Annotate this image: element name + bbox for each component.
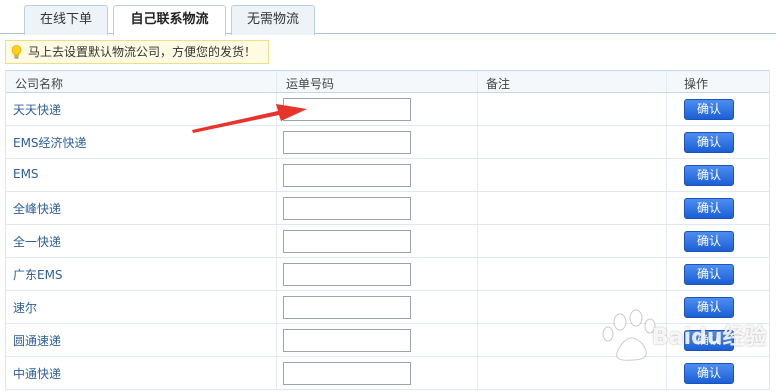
table-row: 速尔 确认 xyxy=(6,291,769,324)
company-link[interactable]: 全峰快递 xyxy=(13,200,61,217)
column-divider xyxy=(276,71,277,92)
table-row: EMS 确认 xyxy=(6,159,769,192)
company-link[interactable]: 天天快递 xyxy=(13,101,61,118)
column-divider xyxy=(477,324,478,356)
column-divider xyxy=(477,93,478,125)
confirm-button[interactable]: 确认 xyxy=(684,264,734,285)
tracking-number-input[interactable] xyxy=(283,362,411,385)
column-divider xyxy=(276,126,277,158)
confirm-button[interactable]: 确认 xyxy=(684,198,734,219)
tracking-number-input[interactable] xyxy=(283,263,411,286)
tracking-number-input[interactable] xyxy=(283,131,411,154)
column-divider xyxy=(477,159,478,191)
confirm-button[interactable]: 确认 xyxy=(684,363,734,384)
tab-bar: 在线下单 自己联系物流 无需物流 xyxy=(0,0,776,36)
column-divider xyxy=(477,357,478,389)
default-logistics-tip[interactable]: 马上去设置默认物流公司，方便您的发货！ xyxy=(5,40,269,64)
tracking-number-input[interactable] xyxy=(283,164,411,187)
column-divider xyxy=(477,291,478,323)
confirm-button[interactable]: 确认 xyxy=(684,330,734,351)
column-divider xyxy=(276,258,277,290)
header-remark: 备注 xyxy=(486,77,511,91)
confirm-button[interactable]: 确认 xyxy=(684,231,734,252)
column-divider xyxy=(276,192,277,224)
confirm-button[interactable]: 确认 xyxy=(684,132,734,153)
lightbulb-icon xyxy=(11,45,22,59)
column-divider xyxy=(477,126,478,158)
table-row: 中通快递 确认 xyxy=(6,357,769,390)
column-divider xyxy=(666,71,667,92)
company-link[interactable]: 广东EMS xyxy=(13,266,63,283)
confirm-button[interactable]: 确认 xyxy=(684,99,734,120)
tip-text: 马上去设置默认物流公司，方便您的发货！ xyxy=(28,45,257,59)
column-divider xyxy=(666,291,667,323)
column-divider xyxy=(276,159,277,191)
column-divider xyxy=(477,71,478,92)
company-link[interactable]: 中通快递 xyxy=(13,365,61,382)
column-divider xyxy=(276,357,277,389)
column-divider xyxy=(276,225,277,257)
confirm-button[interactable]: 确认 xyxy=(684,297,734,318)
tracking-number-input[interactable] xyxy=(283,329,411,352)
column-divider xyxy=(276,93,277,125)
table-row: 全一快递 确认 xyxy=(6,225,769,258)
column-divider xyxy=(666,93,667,125)
tab-no-logistics[interactable]: 无需物流 xyxy=(231,5,315,35)
header-tracking-number: 运单号码 xyxy=(286,77,335,91)
column-divider xyxy=(477,192,478,224)
company-link[interactable]: 全一快递 xyxy=(13,233,61,250)
company-link[interactable]: EMS xyxy=(13,167,39,181)
company-link[interactable]: 速尔 xyxy=(13,299,37,316)
table-row: 天天快递 确认 xyxy=(6,93,769,126)
tracking-number-input[interactable] xyxy=(283,98,411,121)
table-row: EMS经济快递 确认 xyxy=(6,126,769,159)
column-divider xyxy=(666,126,667,158)
table-row: 全峰快递 确认 xyxy=(6,192,769,225)
tracking-number-input[interactable] xyxy=(283,230,411,253)
tracking-number-input[interactable] xyxy=(283,296,411,319)
column-divider xyxy=(666,324,667,356)
table-row: 圆通速递 确认 xyxy=(6,324,769,357)
table-header: 公司名称 运单号码 备注 操作 xyxy=(6,71,769,93)
confirm-button[interactable]: 确认 xyxy=(684,165,734,186)
column-divider xyxy=(276,291,277,323)
header-action: 操作 xyxy=(684,77,709,91)
table-row: 广东EMS 确认 xyxy=(6,258,769,291)
header-company-name: 公司名称 xyxy=(15,77,64,91)
company-link[interactable]: 圆通速递 xyxy=(13,332,61,349)
tracking-number-input[interactable] xyxy=(283,197,411,220)
column-divider xyxy=(477,258,478,290)
column-divider xyxy=(276,324,277,356)
column-divider xyxy=(477,225,478,257)
company-link[interactable]: EMS经济快递 xyxy=(13,134,87,151)
logistics-table: 公司名称 运单号码 备注 操作 天天快递 确认 EMS经济快递 确认 EMS 确… xyxy=(5,70,770,390)
tab-self-contact-logistics[interactable]: 自己联系物流 xyxy=(113,5,226,36)
column-divider xyxy=(666,357,667,389)
tab-online-order[interactable]: 在线下单 xyxy=(24,5,108,35)
column-divider xyxy=(666,225,667,257)
column-divider xyxy=(666,258,667,290)
column-divider xyxy=(666,159,667,191)
column-divider xyxy=(666,192,667,224)
